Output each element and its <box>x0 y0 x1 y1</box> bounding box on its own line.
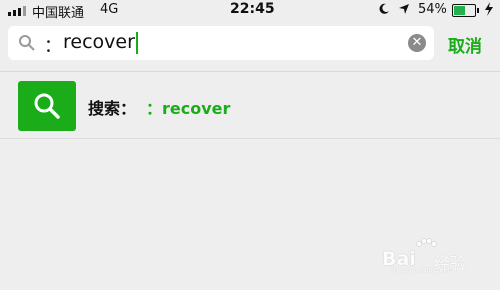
cancel-button[interactable]: 取消 <box>448 32 482 57</box>
charging-bolt-icon <box>484 2 494 20</box>
search-icon <box>18 34 36 52</box>
battery-level <box>454 6 465 15</box>
signal-icon <box>8 5 28 16</box>
result-query: ：recover <box>146 99 231 118</box>
clear-icon[interactable]: ✕ <box>408 34 426 52</box>
search-input[interactable]: recover <box>63 31 138 54</box>
carrier-name: 中国联通 <box>32 6 85 21</box>
network-type: 4G <box>100 2 119 17</box>
watermark-url: jingyan.baidu.com <box>390 266 455 274</box>
location-icon <box>398 3 410 19</box>
baidu-watermark: Bai 经验 jingyan.baidu.com <box>382 238 494 274</box>
result-label: 搜索： <box>88 99 137 118</box>
search-icon <box>18 81 76 131</box>
query-prefix: ： <box>44 36 62 57</box>
text-caret <box>135 31 138 54</box>
search-box[interactable]: ： recover ✕ <box>8 26 434 60</box>
search-result-row[interactable]: 搜索： ：recover <box>0 72 500 138</box>
battery-icon <box>452 4 479 17</box>
clock: 22:45 <box>230 1 275 17</box>
status-bar: 中国联通 4G 22:45 54% <box>0 0 500 21</box>
battery-percent: 54% <box>418 2 447 17</box>
search-query-text: recover <box>63 31 135 53</box>
divider <box>0 138 500 139</box>
moon-icon <box>378 3 390 19</box>
